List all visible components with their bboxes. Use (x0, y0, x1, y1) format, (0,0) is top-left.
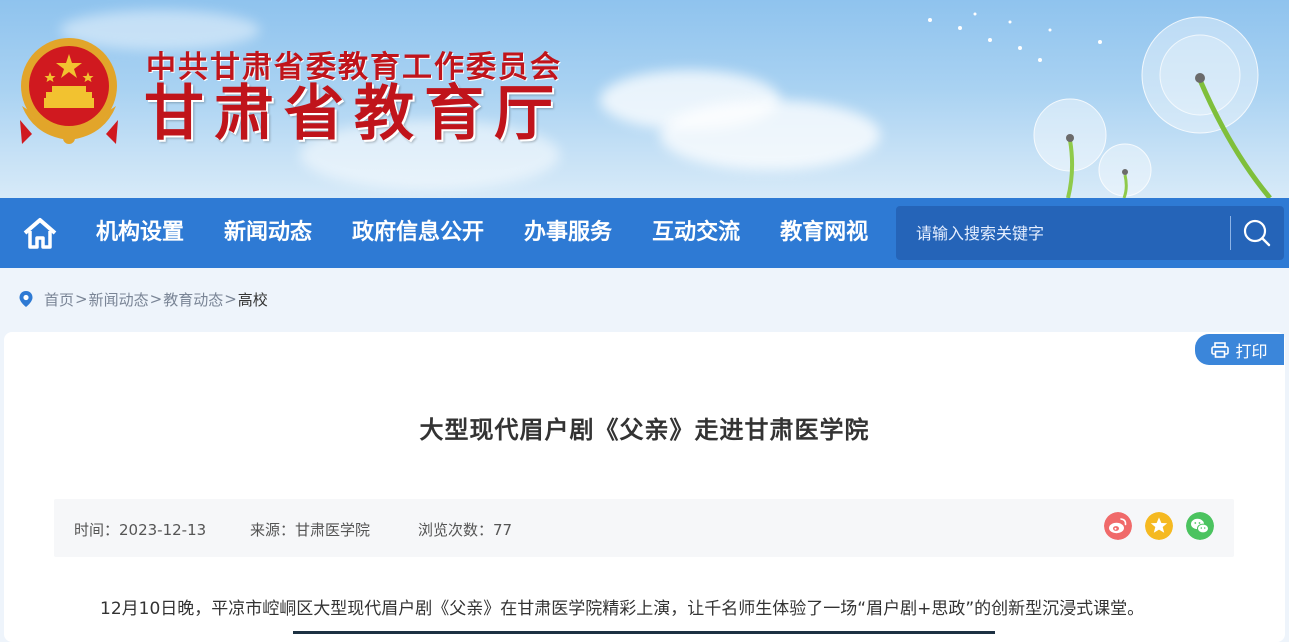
breadcrumb-separator: > (75, 290, 88, 308)
article-title: 大型现代眉户剧《父亲》走进甘肃医学院 (419, 416, 870, 444)
search-divider (1230, 216, 1231, 250)
view-count: 浏览次数：77 (418, 521, 513, 539)
search-input[interactable] (896, 206, 1226, 260)
nav-item-interaction[interactable]: 互动交流 (632, 198, 760, 268)
site-title: 甘肃省教育厅 (144, 79, 564, 149)
nav-menu: 机构设置 新闻动态 政府信息公开 办事服务 互动交流 教育网视 (76, 198, 888, 268)
location-pin-icon (19, 291, 33, 307)
print-label: 打印 (1235, 341, 1268, 361)
weibo-icon[interactable] (1104, 512, 1132, 540)
cloud-decoration (660, 100, 880, 170)
nav-item-government-info[interactable]: 政府信息公开 (332, 198, 504, 268)
dandelion-decoration (928, 12, 1272, 198)
article-meta: 时间：2023-12-13 来源：甘肃医学院 浏览次数：77 (54, 499, 1234, 557)
nav-item-organization[interactable]: 机构设置 (76, 198, 204, 268)
print-button[interactable]: 打印 (1195, 334, 1284, 365)
breadcrumb-current: 高校 (237, 290, 268, 309)
favorite-star-icon[interactable] (1145, 512, 1173, 540)
site-header: 中共甘肃省委教育工作委员会 甘肃省教育厅 (0, 0, 1289, 198)
nav-item-education-video[interactable]: 教育网视 (760, 198, 888, 268)
publish-time: 时间：2023-12-13 (74, 521, 207, 539)
national-emblem-icon (20, 38, 118, 144)
search-box (896, 206, 1284, 260)
breadcrumb-home[interactable]: 首页 (44, 289, 74, 310)
breadcrumb-separator: > (224, 290, 237, 308)
search-icon[interactable] (1242, 218, 1272, 248)
breadcrumb-news[interactable]: 新闻动态 (89, 289, 149, 310)
article-paragraph: 12月10日晚，平凉市崆峒区大型现代眉户剧《父亲》在甘肃医学院精彩上演，让千名师… (100, 599, 1145, 619)
printer-icon (1211, 341, 1230, 358)
nav-item-services[interactable]: 办事服务 (504, 198, 632, 268)
breadcrumb-education-news[interactable]: 教育动态 (163, 289, 223, 310)
breadcrumb-separator: > (149, 290, 163, 308)
nav-item-news[interactable]: 新闻动态 (204, 198, 332, 268)
breadcrumb: 首页 > 新闻动态 > 教育动态 > 高校 (18, 288, 268, 310)
wechat-icon[interactable] (1186, 512, 1214, 540)
article-source: 来源：甘肃医学院 (250, 521, 371, 539)
home-icon[interactable] (22, 215, 58, 251)
